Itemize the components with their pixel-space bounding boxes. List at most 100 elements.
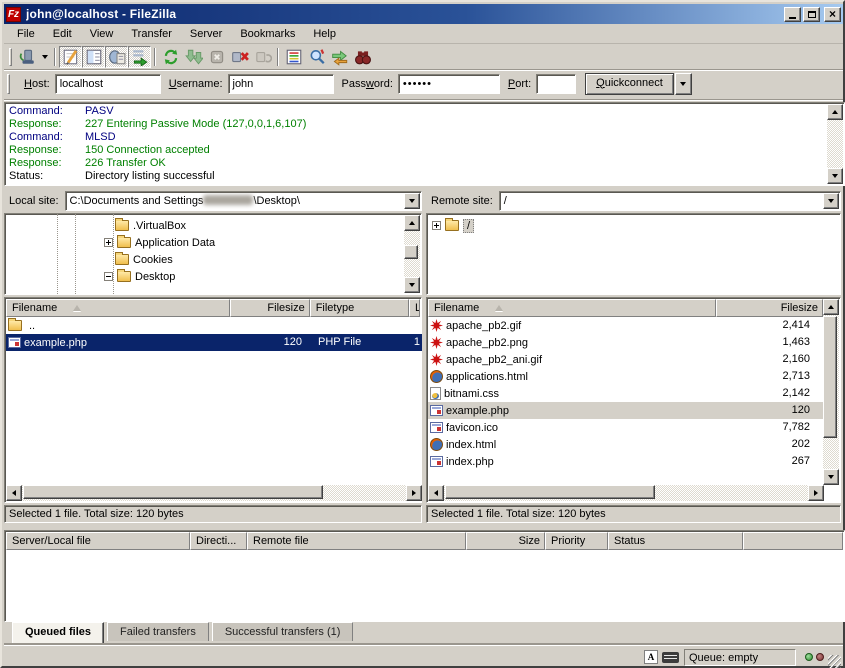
tree-item-root[interactable]: / [432, 217, 474, 234]
scroll-right-button[interactable] [808, 485, 824, 501]
scroll-left-button[interactable] [6, 485, 22, 501]
cancel-operation-button[interactable] [205, 46, 228, 68]
sort-ascending-icon [495, 305, 503, 311]
log-scrollbar[interactable] [827, 104, 843, 184]
port-input[interactable] [536, 74, 576, 94]
password-input[interactable]: •••••• [398, 74, 500, 94]
menu-edit[interactable]: Edit [44, 26, 81, 42]
find-files-button[interactable] [351, 46, 374, 68]
scroll-thumb[interactable] [823, 316, 837, 438]
disconnect-button[interactable] [228, 46, 251, 68]
column-header-lastmodified[interactable]: L [409, 299, 420, 317]
scroll-right-button[interactable] [406, 485, 422, 501]
cancel-icon [208, 48, 226, 66]
site-manager-dropdown[interactable] [38, 46, 51, 68]
file-row-example-php[interactable]: example.php120 [428, 402, 824, 419]
html-file-icon [430, 438, 443, 451]
process-queue-button[interactable] [182, 46, 205, 68]
scroll-down-button[interactable] [404, 277, 420, 293]
scroll-thumb[interactable] [404, 245, 418, 259]
file-row-example-php[interactable]: example.php 120 PHP File 1 [6, 334, 422, 351]
file-row[interactable]: apache_pb2.png1,463 [428, 334, 824, 351]
remote-site-dropdown-button[interactable] [823, 193, 839, 209]
remote-site-combobox[interactable]: / [499, 191, 841, 211]
column-header-direction[interactable]: Directi... [190, 532, 247, 550]
column-header-filename[interactable]: Filename [6, 299, 230, 317]
file-row[interactable]: apache_pb2.gif2,414 [428, 317, 824, 334]
file-row[interactable]: index.html202 [428, 436, 824, 453]
port-label: Port: [508, 78, 531, 90]
refresh-button[interactable] [159, 46, 182, 68]
close-button[interactable]: × [824, 7, 841, 22]
remote-list-vscrollbar[interactable] [823, 299, 839, 485]
parent-directory-row[interactable]: .. [6, 317, 422, 334]
remote-list-hscrollbar[interactable] [428, 485, 824, 501]
toggle-transfer-queue-button[interactable] [128, 46, 151, 68]
maximize-button[interactable] [803, 7, 820, 22]
column-header-server-local-file[interactable]: Server/Local file [6, 532, 190, 550]
file-row[interactable]: favicon.ico7,782 [428, 419, 824, 436]
toolbar-grip[interactable] [9, 48, 12, 66]
scroll-up-button[interactable] [827, 104, 843, 120]
local-site-combobox[interactable]: C:\Documents and Settings\Desktop\ [65, 191, 422, 211]
tree-item-application-data[interactable]: Application Data [104, 234, 215, 251]
tab-failed-transfers[interactable]: Failed transfers [107, 622, 209, 641]
tree-item-desktop[interactable]: Desktop [104, 268, 175, 285]
scroll-thumb[interactable] [23, 485, 323, 499]
activity-led-green [805, 653, 813, 661]
tree-item-virtualbox[interactable]: .VirtualBox [115, 217, 186, 234]
column-header-priority[interactable]: Priority [545, 532, 608, 550]
reconnect-button[interactable] [251, 46, 274, 68]
scroll-down-button[interactable] [827, 168, 843, 184]
file-row[interactable]: applications.html2,713 [428, 368, 824, 385]
tree-item-cookies[interactable]: Cookies [115, 251, 173, 268]
column-header-empty[interactable] [743, 532, 843, 550]
scroll-up-button[interactable] [823, 299, 839, 315]
menu-transfer[interactable]: Transfer [122, 26, 181, 42]
column-header-status[interactable]: Status [608, 532, 743, 550]
column-header-filesize[interactable]: Filesize [230, 299, 309, 317]
quickconnect-button[interactable]: Quickconnect [585, 73, 674, 95]
menu-view[interactable]: View [81, 26, 123, 42]
local-list-hscrollbar[interactable] [6, 485, 422, 501]
expand-plus-icon[interactable] [432, 221, 441, 230]
collapse-minus-icon[interactable] [104, 272, 113, 281]
toggle-local-tree-button[interactable] [82, 46, 105, 68]
quickconnect-grip[interactable] [7, 74, 10, 94]
quickconnect-dropdown[interactable] [675, 73, 692, 95]
column-header-filename[interactable]: Filename [428, 299, 716, 317]
scroll-down-button[interactable] [823, 469, 839, 485]
menu-file[interactable]: File [8, 26, 44, 42]
site-manager-button[interactable] [15, 46, 38, 68]
scroll-up-button[interactable] [404, 215, 420, 231]
local-site-dropdown-button[interactable] [404, 193, 420, 209]
directory-listing-filters-button[interactable] [282, 46, 305, 68]
file-row[interactable]: bitnami.css2,142 [428, 385, 824, 402]
column-header-size[interactable]: Size [466, 532, 545, 550]
quickconnect-bar: Host: localhost Username: john Password:… [4, 69, 843, 98]
directory-comparison-button[interactable] [305, 46, 328, 68]
file-row[interactable]: apache_pb2_ani.gif2,160 [428, 351, 824, 368]
column-header-filetype[interactable]: Filetype [310, 299, 409, 317]
ascii-datatype-icon: A [644, 650, 658, 664]
scroll-thumb[interactable] [445, 485, 655, 499]
menu-bookmarks[interactable]: Bookmarks [231, 26, 304, 42]
username-input[interactable]: john [228, 74, 334, 94]
menu-help[interactable]: Help [304, 26, 345, 42]
expand-plus-icon[interactable] [104, 238, 113, 247]
tab-successful-transfers[interactable]: Successful transfers (1) [212, 622, 354, 641]
column-header-remote-file[interactable]: Remote file [247, 532, 466, 550]
host-input[interactable]: localhost [55, 74, 161, 94]
synchronized-browsing-button[interactable] [328, 46, 351, 68]
toggle-message-log-button[interactable] [59, 46, 82, 68]
arrow-down-icon [409, 283, 415, 287]
file-row[interactable]: index.php267 [428, 453, 824, 470]
tab-queued-files[interactable]: Queued files [12, 622, 104, 643]
column-header-filesize[interactable]: Filesize [716, 299, 823, 317]
resize-grip[interactable] [828, 655, 841, 668]
local-tree-scrollbar[interactable] [404, 215, 420, 293]
scroll-left-button[interactable] [428, 485, 444, 501]
minimize-button[interactable] [784, 7, 801, 22]
menu-server[interactable]: Server [181, 26, 231, 42]
toggle-remote-tree-button[interactable] [105, 46, 128, 68]
